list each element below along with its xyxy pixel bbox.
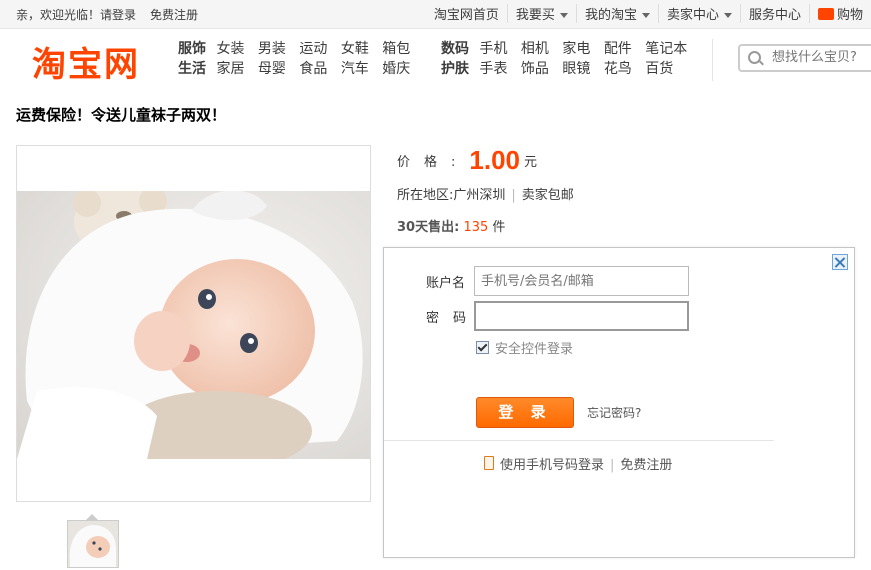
category-row: 护肤 手表 饰品 眼镜 花鸟 百货 [441, 59, 696, 79]
nav-buy-label: 我要买 [515, 8, 555, 23]
category-link[interactable]: 汽车 [341, 61, 369, 77]
category-link[interactable]: 百货 [645, 61, 673, 77]
nav-taobao-home[interactable]: 淘宝网首页 [426, 4, 507, 23]
category-head[interactable]: 生活 [178, 61, 206, 77]
location-row: 所在地区:广州深圳 | 卖家包邮 [397, 184, 574, 203]
site-header: 淘宝网 服饰 女装 男装 运动 女鞋 箱包 生活 家居 母婴 食品 汽车 婚庆 … [0, 29, 871, 91]
category-link[interactable]: 箱包 [382, 41, 410, 57]
top-bar-left: 亲，欢迎光临！请登录 免费注册 [16, 6, 198, 23]
site-top-bar: 亲，欢迎光临！请登录 免费注册 淘宝网首页 我要买 我的淘宝 卖家中心 服务中心 购物 [0, 0, 871, 29]
category-link[interactable]: 婚庆 [382, 61, 410, 77]
forgot-password-link[interactable]: 忘记密码? [587, 404, 641, 421]
nav-service-center-label: 服务中心 [748, 8, 801, 23]
category-link[interactable]: 家居 [216, 61, 244, 77]
separator: | [511, 188, 516, 203]
chevron-down-icon [723, 13, 732, 18]
header-divider [712, 39, 713, 81]
location-value: 广州深圳 [453, 188, 506, 203]
category-link[interactable]: 饰品 [521, 61, 549, 77]
sales-row: 30天售出: 135 件 [397, 216, 505, 235]
category-link[interactable]: 配件 [604, 41, 632, 57]
price-label: 价格: [397, 155, 470, 170]
taobao-logo[interactable]: 淘宝网 [32, 37, 140, 86]
login-button[interactable]: 登 录 [476, 397, 574, 428]
chevron-down-icon [641, 13, 650, 18]
price-row: 价格:1.00 元 [397, 145, 537, 176]
mobile-phone-icon [484, 456, 494, 470]
category-group-1: 服饰 女装 男装 运动 女鞋 箱包 生活 家居 母婴 食品 汽车 婚庆 [178, 39, 419, 79]
search-box[interactable] [738, 44, 871, 72]
price-value: 1.00 [469, 145, 520, 175]
close-icon[interactable] [832, 254, 848, 270]
category-link[interactable]: 女装 [216, 41, 244, 57]
category-link[interactable]: 相机 [521, 41, 549, 57]
category-head[interactable]: 数码 [441, 41, 469, 57]
category-link[interactable]: 运动 [299, 41, 327, 57]
product-thumbnail[interactable] [67, 520, 119, 568]
nav-cart[interactable]: 购物 [808, 4, 871, 23]
category-link[interactable]: 食品 [299, 61, 327, 77]
price-unit: 元 [524, 155, 538, 170]
login-popup: 账户名 密码 安全控件登录 登 录 忘记密码? 使用手机号码登录 | 免费注册 [383, 247, 855, 558]
register-link[interactable]: 免费注册 [150, 8, 198, 22]
secure-control-label: 安全控件登录 [495, 342, 574, 357]
sold-count: 135 [463, 220, 489, 235]
category-link[interactable]: 女鞋 [341, 41, 369, 57]
location-label: 所在地区: [397, 188, 454, 203]
category-link[interactable]: 家电 [562, 41, 590, 57]
item-title: 运费保险！令送儿童袜子两双！ [16, 106, 227, 124]
nav-seller-center[interactable]: 卖家中心 [657, 4, 740, 23]
category-head[interactable]: 护肤 [441, 61, 469, 77]
password-input[interactable] [474, 301, 689, 331]
sold-label: 30天售出: [397, 220, 460, 235]
nav-cart-label: 购物 [836, 8, 863, 23]
category-link[interactable]: 笔记本 [645, 41, 687, 57]
separator: | [610, 458, 615, 473]
category-row: 生活 家居 母婴 食品 汽车 婚庆 [178, 59, 419, 79]
account-label: 账户名 [426, 276, 466, 291]
category-link[interactable]: 眼镜 [562, 61, 590, 77]
category-group-2: 数码 手机 相机 家电 配件 笔记本 护肤 手表 饰品 眼镜 花鸟 百货 [441, 39, 696, 79]
category-link[interactable]: 手表 [479, 61, 507, 77]
popup-divider [384, 440, 774, 441]
category-link[interactable]: 手机 [479, 41, 507, 57]
nav-seller-center-label: 卖家中心 [666, 8, 719, 23]
nav-buy[interactable]: 我要买 [506, 4, 576, 23]
popup-register-link[interactable]: 免费注册 [620, 458, 672, 473]
welcome-text: 亲，欢迎光临！ [16, 8, 101, 22]
password-label: 密码 [426, 311, 481, 326]
baby-photo [17, 191, 370, 459]
checkbox-checked-icon[interactable] [476, 341, 489, 354]
cart-icon [817, 8, 834, 20]
category-row: 服饰 女装 男装 运动 女鞋 箱包 [178, 39, 419, 59]
phone-login-link[interactable]: 使用手机号码登录 [500, 458, 604, 473]
shipping-value: 卖家包邮 [521, 188, 574, 203]
account-input[interactable] [474, 266, 689, 296]
category-head[interactable]: 服饰 [178, 41, 206, 57]
popup-bottom-links: 使用手机号码登录 | 免费注册 [484, 454, 672, 473]
chevron-down-icon [559, 13, 568, 18]
search-icon[interactable] [748, 51, 761, 64]
nav-my-taobao[interactable]: 我的淘宝 [575, 4, 658, 23]
category-link[interactable]: 母婴 [258, 61, 286, 77]
category-link[interactable]: 花鸟 [604, 61, 632, 77]
nav-my-taobao-label: 我的淘宝 [584, 8, 637, 23]
product-main-image[interactable] [16, 145, 371, 502]
secure-control-toggle[interactable]: 安全控件登录 [476, 338, 573, 357]
top-nav: 淘宝网首页 我要买 我的淘宝 卖家中心 服务中心 购物 [426, 4, 871, 23]
category-row: 数码 手机 相机 家电 配件 笔记本 [441, 39, 696, 59]
category-link[interactable]: 男装 [258, 41, 286, 57]
login-link[interactable]: 请登录 [100, 8, 136, 22]
sold-unit: 件 [492, 220, 506, 235]
nav-service-center[interactable]: 服务中心 [739, 4, 809, 23]
search-input[interactable] [770, 49, 871, 66]
baby-thumbnail-photo [68, 521, 118, 567]
nav-taobao-home-label: 淘宝网首页 [433, 8, 499, 23]
